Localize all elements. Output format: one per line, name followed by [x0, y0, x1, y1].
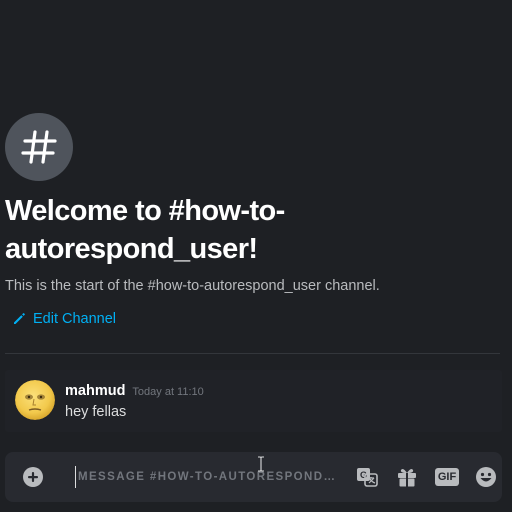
gif-button[interactable]: GIF [435, 465, 459, 489]
hashtag-icon [21, 130, 57, 164]
avatar[interactable] [15, 380, 55, 420]
translate-button[interactable]: G [355, 465, 379, 489]
edit-channel-button[interactable]: Edit Channel [12, 311, 116, 327]
text-cursor-icon [258, 456, 264, 472]
gift-button[interactable] [395, 465, 419, 489]
edit-channel-label: Edit Channel [33, 311, 117, 327]
gif-label: GIF [435, 468, 459, 486]
pencil-icon [14, 313, 25, 324]
message-header: mahmud Today at 11:10 [65, 383, 204, 399]
plus-circle-icon [23, 467, 43, 487]
emoji-icon [476, 467, 496, 487]
divider [5, 353, 500, 354]
message-composer: G GIF [5, 452, 502, 502]
welcome-title: Welcome to #how-to-autorespond_user! [5, 195, 285, 265]
message-text: hey fellas [65, 404, 127, 420]
channel-avatar [5, 113, 73, 181]
yellow-face-avatar [15, 380, 55, 420]
translate-icon: G [357, 468, 378, 487]
message-item[interactable]: mahmud Today at 11:10 hey fellas [5, 370, 502, 432]
message-timestamp: Today at 11:10 [132, 386, 204, 398]
gift-icon [398, 469, 416, 487]
add-attachment-button[interactable] [23, 467, 43, 487]
channel-description: This is the start of the #how-to-autores… [5, 278, 380, 294]
emoji-button[interactable] [474, 465, 498, 489]
message-input[interactable] [75, 466, 346, 488]
chat-view: Welcome to #how-to-autorespond_user! Thi… [0, 0, 512, 512]
message-author[interactable]: mahmud [65, 383, 125, 399]
